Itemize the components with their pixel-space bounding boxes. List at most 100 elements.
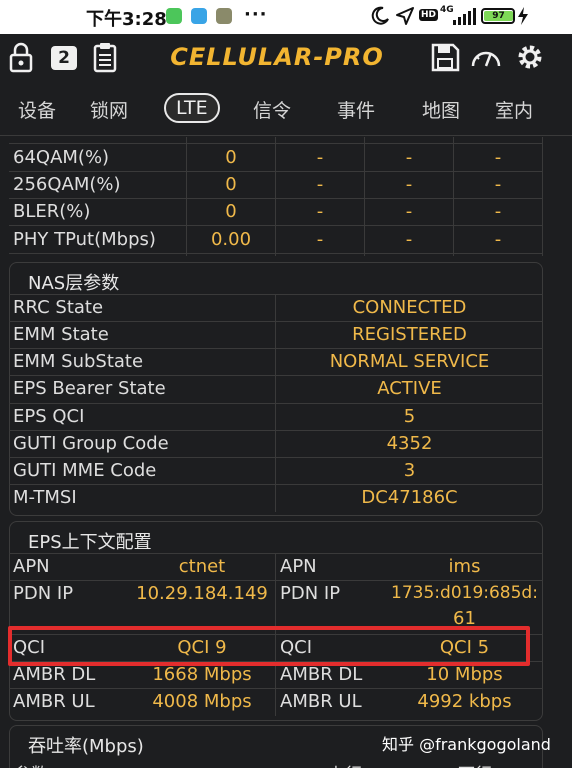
tab-lte[interactable]: LTE — [164, 93, 220, 123]
status-time: 下午3:28 — [86, 9, 167, 30]
row-label: EMM SubState — [13, 351, 144, 372]
lock-icon[interactable] — [4, 40, 38, 74]
location-icon — [396, 7, 414, 25]
status-bar: 下午3:28 ··· HD 4G 97 — [0, 0, 572, 34]
row-label: PHY TPut(Mbps) — [13, 229, 156, 250]
row-value: 0.00 — [210, 229, 252, 250]
row-value: DC47186C — [361, 487, 458, 508]
row-value: ACTIVE — [377, 378, 442, 399]
app-header: 2 CELLULAR-PRO — [0, 34, 572, 82]
column-header: 下行 — [458, 760, 492, 768]
row-label: EPS QCI — [13, 406, 85, 427]
row-value: - — [494, 147, 502, 168]
table-row: RRC State CONNECTED — [9, 294, 543, 321]
row-value: - — [405, 174, 413, 195]
row-label: GUTI MME Code — [13, 460, 157, 481]
gear-icon[interactable] — [513, 40, 547, 74]
row-value: 10.29.184.149 — [136, 583, 268, 604]
row-label: 64QAM(%) — [13, 147, 110, 168]
charging-icon — [518, 7, 528, 25]
more-notifications-icon: ··· — [244, 4, 268, 25]
row-label: AMBR UL — [13, 691, 95, 712]
section-title: NAS层参数 — [28, 273, 120, 294]
row-value: ims — [448, 556, 481, 577]
row-value: - — [494, 201, 502, 222]
row-label: BLER(%) — [13, 201, 91, 222]
wechat-icon — [166, 8, 182, 24]
table-row: GUTI Group Code 4352 — [9, 430, 543, 457]
page-counter-button[interactable]: 2 — [51, 46, 77, 70]
row-value: 5 — [403, 406, 416, 427]
save-icon[interactable] — [428, 40, 462, 74]
row-value: 4352 — [386, 433, 433, 454]
row-value: NORMAL SERVICE — [329, 351, 490, 372]
row-label: EMM State — [13, 324, 109, 345]
row-value: - — [494, 174, 502, 195]
tab-events[interactable]: 事件 — [337, 96, 375, 123]
row-label: APN — [280, 556, 317, 577]
row-value: CONNECTED — [352, 297, 467, 318]
row-value: ctnet — [178, 556, 226, 577]
tab-device[interactable]: 设备 — [18, 96, 56, 123]
tab-bar: 设备 锁网 LTE 信令 事件 地图 室内 — [0, 84, 572, 136]
row-label: M-TMSI — [13, 487, 77, 508]
row-label: 256QAM(%) — [13, 174, 121, 195]
telegram-icon — [191, 8, 207, 24]
column-header: 上行 — [328, 760, 362, 768]
row-label: RRC State — [13, 297, 104, 318]
row-label: APN — [13, 556, 50, 577]
table-row: EPS QCI 5 — [9, 403, 543, 430]
row-value: - — [316, 174, 324, 195]
table-row: BLER(%) 0 - - - — [9, 198, 543, 225]
row-value: - — [494, 229, 502, 250]
table-row: 256QAM(%) 0 - - - — [9, 171, 543, 198]
speedometer-icon[interactable] — [469, 40, 503, 74]
hd-badge: HD — [419, 9, 439, 21]
battery-level: 97 — [484, 11, 513, 21]
clipboard-icon[interactable] — [88, 40, 122, 74]
app-icon — [216, 8, 232, 24]
row-label: EPS Bearer State — [13, 378, 166, 399]
watermark: 知乎 @frankgogoland — [382, 735, 551, 754]
row-value: REGISTERED — [352, 324, 467, 345]
table-row: M-TMSI DC47186C — [9, 484, 543, 511]
table-row: AMBR UL 4008 Mbps AMBR UL 4992 kbps — [9, 688, 543, 715]
row-value: 0 — [225, 174, 237, 195]
row-value: 0 — [225, 201, 237, 222]
row-value: 1735:d019:685d: — [391, 583, 538, 603]
table-row: GUTI MME Code 3 — [9, 457, 543, 484]
row-label: GUTI Group Code — [13, 433, 169, 454]
tab-indoor[interactable]: 室内 — [495, 96, 533, 123]
tab-map[interactable]: 地图 — [422, 96, 460, 123]
lte-content[interactable]: 64QAM(%) 0 - - - 256QAM(%) 0 - - - BLER(… — [0, 137, 572, 768]
row-value: - — [316, 147, 324, 168]
row-value: 0 — [225, 147, 237, 168]
table-row: 64QAM(%) 0 - - - — [9, 144, 543, 171]
app-title: CELLULAR-PRO — [170, 43, 384, 71]
row-value: - — [405, 201, 413, 222]
page-counter-label: 2 — [58, 48, 70, 68]
row-value: - — [405, 229, 413, 250]
battery-icon: 97 — [481, 8, 515, 24]
row-label: PDN IP — [280, 583, 341, 604]
row-value: 3 — [403, 460, 416, 481]
row-value: - — [316, 229, 324, 250]
tab-lock-network[interactable]: 锁网 — [90, 96, 128, 123]
app-logo: CELLULAR-PRO — [170, 43, 384, 71]
table-row: EMM SubState NORMAL SERVICE — [9, 348, 543, 375]
table-row: APN ctnet APN ims — [9, 553, 543, 580]
table-row: EPS Bearer State ACTIVE — [9, 375, 543, 402]
row-value: 4008 Mbps — [152, 691, 252, 712]
row-label: PDN IP — [13, 583, 74, 604]
row-value: - — [316, 201, 324, 222]
qci-highlight-box — [8, 626, 530, 666]
row-value: 4992 kbps — [417, 691, 512, 712]
column-header: 参数 — [14, 760, 48, 768]
moon-icon — [371, 6, 389, 25]
row-value: - — [405, 147, 413, 168]
signal-icon — [453, 8, 476, 25]
section-title: 吞吐率(Mbps) — [28, 736, 144, 757]
tab-signaling[interactable]: 信令 — [253, 96, 291, 123]
row-label: AMBR UL — [280, 691, 362, 712]
table-row: EMM State REGISTERED — [9, 321, 543, 348]
